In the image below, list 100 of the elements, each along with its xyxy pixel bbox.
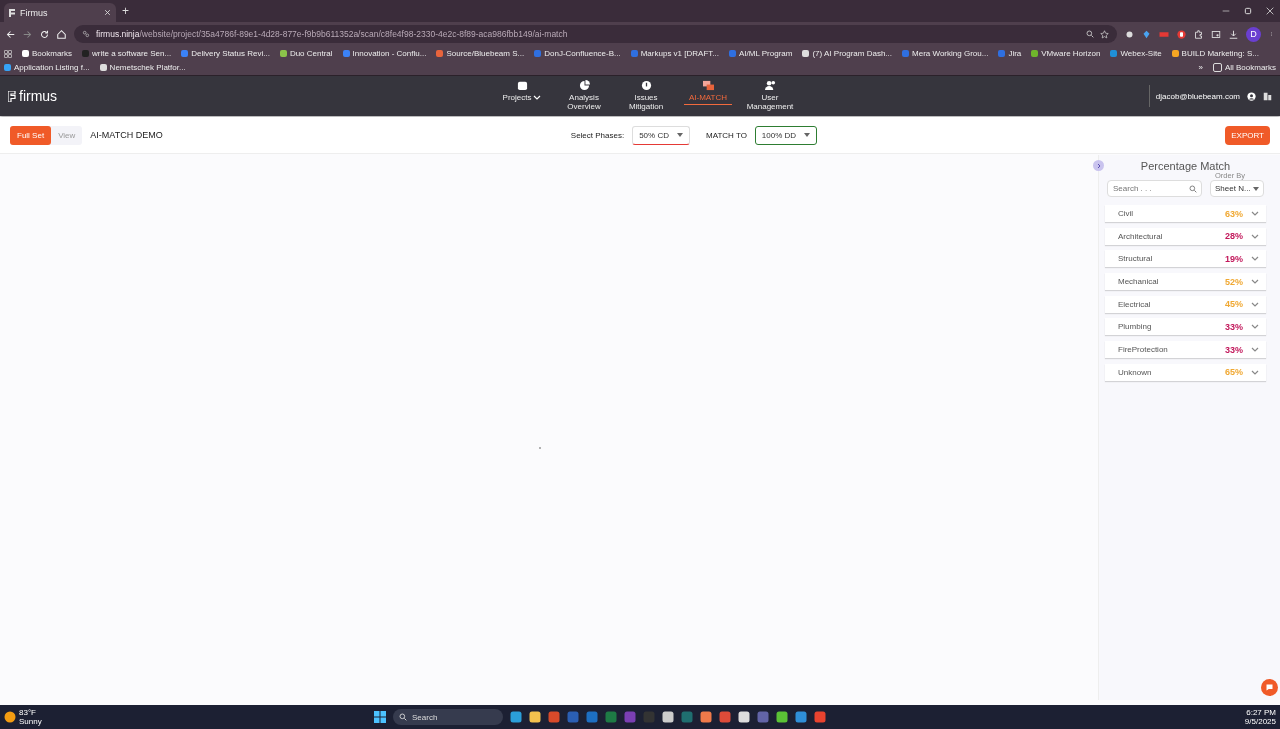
url-text: firmus.ninja/website/project/35a4786f-89e1-4d28-877e-f9b9b611352a/scan/c8fe4f98-2330-4e2c-8f89-aca986fbb149/ai-match (96, 29, 568, 39)
match-percent: 63% (1225, 208, 1243, 219)
match-percent: 45% (1225, 299, 1243, 310)
bookmark-link[interactable]: BUILD Marketing: S... (1171, 48, 1259, 59)
alert-icon (640, 79, 652, 91)
order-by-dropdown[interactable]: Sheet N... (1210, 180, 1264, 197)
app-icon[interactable] (529, 711, 541, 723)
chevron-down-icon (1251, 301, 1259, 307)
diamond-icon[interactable] (1142, 29, 1151, 39)
chevron-down-icon (1251, 324, 1259, 330)
chevron-down-icon (1251, 347, 1259, 353)
sun-icon (4, 711, 16, 723)
app-icon[interactable] (510, 711, 522, 723)
pie-chart-icon (578, 79, 590, 91)
forward-arrow-icon[interactable] (23, 29, 32, 39)
taskbar-search[interactable]: Search (393, 709, 503, 725)
zoom-icon[interactable] (1086, 30, 1094, 38)
category-row[interactable]: Plumbing 33% (1105, 318, 1266, 336)
match-label: MATCH TO (705, 130, 747, 140)
app-logo: firmus (19, 88, 58, 104)
category-row[interactable]: Mechanical 52% (1105, 273, 1266, 291)
download-icon[interactable] (1229, 29, 1238, 39)
bookmark-link[interactable]: Jira (998, 48, 1022, 59)
project-title: AI-MATCH DEMO (90, 130, 163, 140)
overlapping-squares-icon (702, 79, 714, 91)
caret-icon (804, 133, 811, 137)
app-icon[interactable] (738, 711, 750, 723)
new-tab-button[interactable]: + (122, 4, 129, 18)
nav-tab[interactable]: Analysis Overview (560, 79, 608, 113)
nav-tab[interactable]: Projects (498, 79, 546, 104)
reload-icon[interactable] (40, 29, 49, 39)
category-row[interactable]: Electrical 45% (1105, 295, 1266, 313)
profile-avatar[interactable]: D (1246, 26, 1261, 42)
minimize-icon[interactable] (1222, 7, 1230, 15)
bookmark-link[interactable]: Innovation - Conflu... (342, 48, 427, 59)
start-icon[interactable] (374, 711, 386, 723)
back-arrow-icon[interactable] (6, 29, 15, 39)
bookmark-link[interactable]: Source/Bluebeam S... (436, 48, 525, 59)
address-bar[interactable]: firmus.ninja/website/project/35a4786f-89e1-4d28-877e-f9b9b611352a/scan/c8fe4f98-2330-4e2c-8f89-aca986fbb149/ai-match (74, 25, 1117, 43)
bookmark-link[interactable]: Bookmarks (22, 48, 72, 59)
close-icon[interactable] (104, 9, 111, 16)
bookmark-link[interactable]: VMware Horizon (1031, 48, 1101, 59)
bookmark-link[interactable]: (7) AI Program Dash... (802, 48, 893, 59)
favicon-icon (9, 8, 16, 17)
chevron-down-icon (1251, 211, 1259, 216)
restore-icon[interactable] (1244, 7, 1252, 15)
chevron-down-icon (1251, 233, 1259, 239)
browser-tab[interactable]: Firmus (4, 3, 116, 22)
users-icon (764, 79, 776, 91)
bookmark-link[interactable]: write a software Sen... (82, 48, 172, 59)
weather-text: Sunny (19, 717, 42, 726)
star-icon[interactable] (1100, 29, 1109, 39)
nav-tab[interactable]: User Management (746, 79, 794, 113)
apps-grid-icon[interactable] (4, 49, 12, 58)
close-icon[interactable] (1266, 7, 1274, 15)
match-percent: 33% (1225, 321, 1243, 332)
home-icon[interactable] (57, 29, 66, 39)
nav-tab[interactable]: AI-MATCH (684, 79, 732, 105)
search-icon[interactable] (1189, 184, 1197, 193)
search-icon[interactable] (399, 713, 407, 721)
bookmark-link[interactable]: Delivery Status Revi... (181, 48, 270, 59)
category-row[interactable]: Civil 63% (1105, 205, 1266, 222)
category-row[interactable]: Architectural 28% (1105, 227, 1266, 245)
bookmark-link[interactable]: Nemetschek Platfor... (99, 62, 186, 73)
clock-date: 9/5/2025 (1244, 717, 1276, 726)
app-icon[interactable] (776, 711, 788, 723)
chevron-down-icon (1251, 279, 1259, 285)
caret-icon (1253, 186, 1259, 191)
collapse-button[interactable] (1093, 160, 1104, 171)
match-percent: 28% (1225, 231, 1243, 242)
building-icon[interactable] (1263, 91, 1272, 101)
search-field[interactable]: Search . . . (1107, 180, 1202, 197)
temperature: 83°F (19, 708, 37, 717)
more-bookmarks-button[interactable]: » (1198, 62, 1203, 73)
bookmark-link[interactable]: Duo Central (279, 48, 333, 59)
tab-search-icon[interactable] (1211, 29, 1221, 39)
match-dropdown[interactable]: 100% DD (754, 125, 818, 145)
chevron-right-icon (1096, 162, 1101, 169)
bookmark-link[interactable]: Webex-Site (1110, 48, 1162, 59)
account-icon[interactable] (1247, 91, 1256, 101)
bookmark-link[interactable]: AI/ML Program (728, 48, 793, 59)
puzzle-icon[interactable] (1194, 29, 1203, 39)
match-percent: 65% (1225, 367, 1243, 378)
bookmark-link[interactable]: Markups v1 [DRAFT... (630, 48, 719, 59)
phases-label: Select Phases: (570, 130, 625, 140)
app-icon[interactable] (700, 711, 712, 723)
user-email: djacob@bluebeam.com (1155, 91, 1240, 101)
bookmark-link[interactable]: Mera Working Grou... (902, 48, 989, 59)
app-icon[interactable] (662, 711, 674, 723)
match-percent: 52% (1225, 276, 1243, 287)
bookmark-link[interactable]: Application Listing f... (4, 62, 90, 73)
bookmark-link[interactable]: DonJ-Confluence-B... (534, 48, 621, 59)
match-percent: 19% (1225, 253, 1243, 264)
nav-tab[interactable]: Issues Mitigation (622, 79, 670, 113)
chevron-down-icon (1251, 256, 1259, 262)
category-row[interactable]: FireProtection 33% (1105, 341, 1266, 359)
phase-dropdown[interactable]: 50% CD (632, 125, 690, 145)
category-row[interactable]: Unknown 65% (1105, 363, 1266, 381)
category-row[interactable]: Structural 19% (1105, 250, 1266, 268)
all-bookmarks-button[interactable]: All Bookmarks (1212, 62, 1276, 73)
